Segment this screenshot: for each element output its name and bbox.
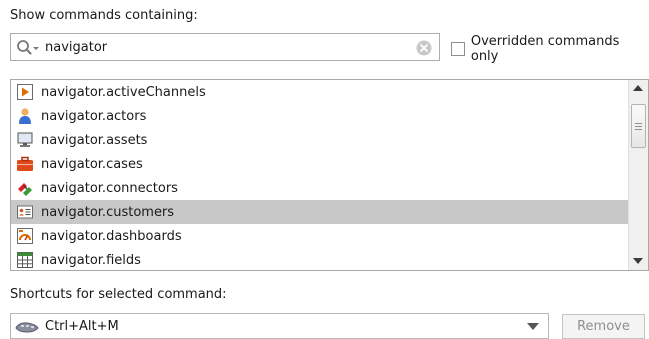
- command-row[interactable]: navigator.connectors: [11, 176, 628, 200]
- shortcut-value: Ctrl+Alt+M: [45, 318, 119, 334]
- command-row[interactable]: navigator.assets: [11, 128, 628, 152]
- command-label: navigator.actors: [41, 108, 147, 124]
- shortcut-dropdown[interactable]: Ctrl+Alt+M: [10, 313, 549, 339]
- command-row-selected[interactable]: navigator.customers: [11, 200, 628, 224]
- command-row[interactable]: navigator.fields: [11, 248, 628, 270]
- command-label: navigator.fields: [41, 252, 141, 268]
- grid-icon: [16, 251, 34, 269]
- command-list[interactable]: navigator.activeChannels navigator.actor…: [10, 79, 649, 271]
- command-row[interactable]: navigator.actors: [11, 104, 628, 128]
- person-icon: [16, 107, 34, 125]
- command-row[interactable]: navigator.dashboards: [11, 224, 628, 248]
- command-label: navigator.connectors: [41, 180, 178, 196]
- command-label: navigator.activeChannels: [41, 84, 206, 100]
- grip-line: [635, 129, 642, 130]
- command-label: navigator.dashboards: [41, 228, 182, 244]
- remove-button[interactable]: Remove: [562, 314, 645, 339]
- command-label: navigator.cases: [41, 156, 143, 172]
- command-row[interactable]: navigator.cases: [11, 152, 628, 176]
- vertical-scrollbar[interactable]: [628, 80, 648, 270]
- connector-icon: [16, 179, 34, 197]
- scroll-thumb[interactable]: [631, 104, 646, 148]
- search-input[interactable]: [45, 38, 405, 56]
- chevron-down-icon[interactable]: [527, 322, 539, 330]
- customer-card-icon: [16, 203, 34, 221]
- shortcuts-label: Shortcuts for selected command:: [10, 287, 227, 302]
- overridden-only-label: Overridden commands only: [470, 34, 620, 64]
- search-label: Show commands containing:: [10, 8, 198, 23]
- keyboard-icon: [15, 319, 39, 333]
- command-label: navigator.assets: [41, 132, 148, 148]
- search-icon[interactable]: [16, 39, 44, 57]
- search-box[interactable]: [10, 33, 440, 61]
- clear-search-icon[interactable]: [416, 40, 432, 56]
- command-label: navigator.customers: [41, 204, 175, 220]
- command-row[interactable]: navigator.activeChannels: [11, 80, 628, 104]
- briefcase-icon: [16, 155, 34, 173]
- dashboard-icon: [16, 227, 34, 245]
- scroll-up-arrow-icon[interactable]: [633, 85, 643, 91]
- overridden-only-checkbox[interactable]: [451, 42, 465, 56]
- grip-line: [635, 126, 642, 127]
- monitor-icon: [16, 131, 34, 149]
- overridden-only-toggle[interactable]: Overridden commands only: [451, 34, 649, 64]
- scroll-down-arrow-icon[interactable]: [633, 258, 643, 264]
- grip-line: [635, 123, 642, 124]
- play-channel-icon: [16, 83, 34, 101]
